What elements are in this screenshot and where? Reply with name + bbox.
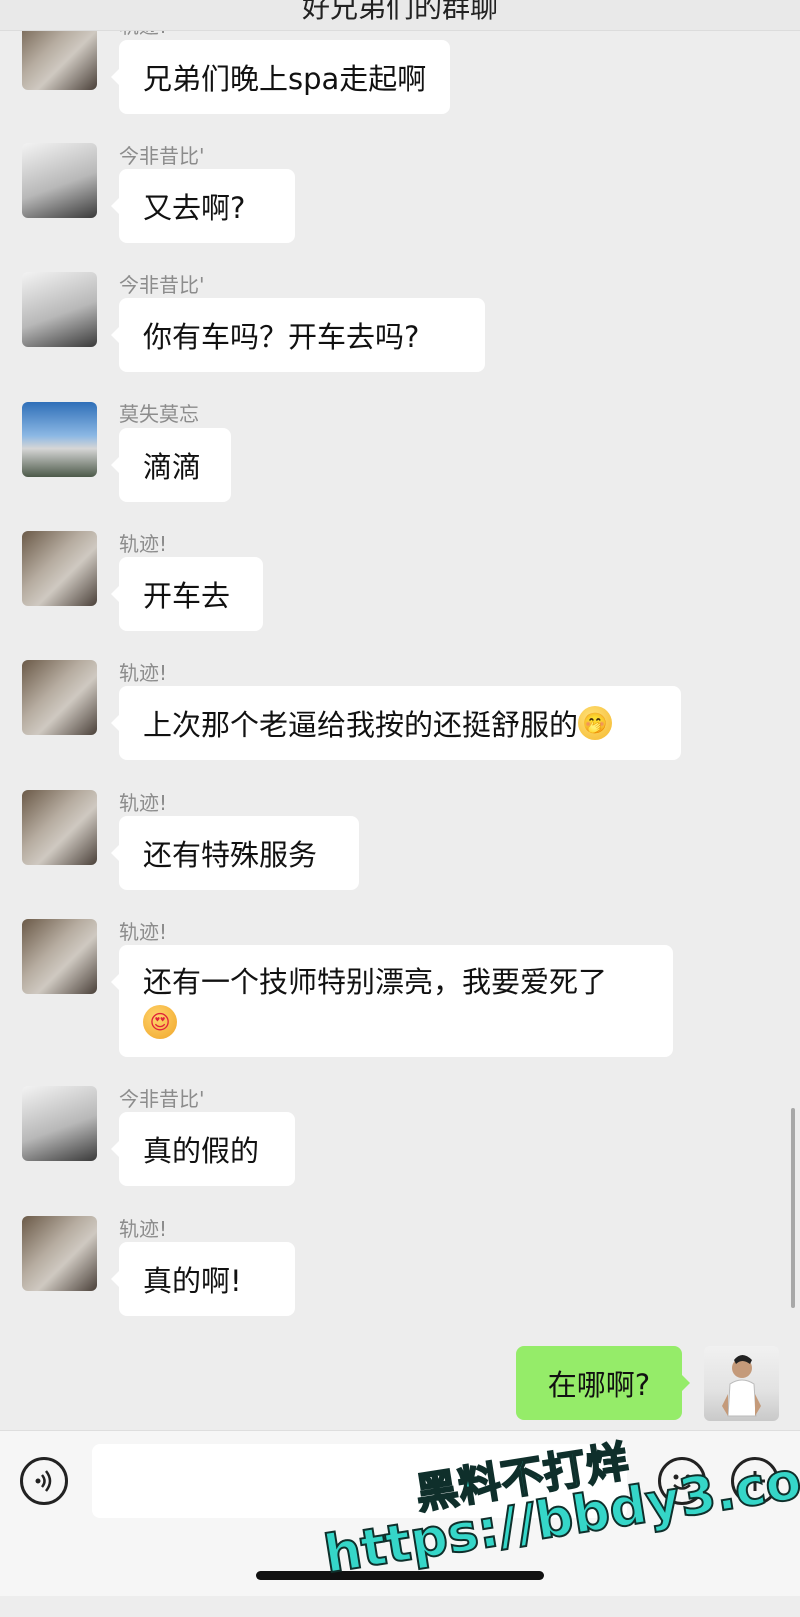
chat-title: 好兄弟们的群聊 — [301, 0, 498, 24]
message-text: 上次那个老逼给我按的还挺舒服的 — [143, 708, 579, 742]
message-text: 又去啊? — [143, 191, 246, 225]
message-text: 在哪啊? — [547, 1368, 651, 1402]
message-text: 真的啊! — [143, 1264, 242, 1298]
message-bubble[interactable]: 真的啊! — [111, 1242, 295, 1316]
avatar[interactable] — [22, 1086, 97, 1161]
message-bubble[interactable]: 你有车吗？开车去吗? — [111, 298, 485, 372]
avatar[interactable] — [22, 1216, 97, 1291]
message-bubble[interactable]: 还有特殊服务 — [111, 816, 359, 890]
message-text: 还有特殊服务 — [143, 838, 318, 872]
avatar[interactable] — [22, 272, 97, 347]
message-bubble[interactable]: 又去啊? — [111, 169, 295, 243]
message-bubble[interactable]: 滴滴 — [111, 428, 231, 502]
message-text: 还有一个技师特别漂亮，我要爱死了 — [143, 965, 608, 999]
sender-name: 莫失莫忘 — [119, 402, 199, 426]
heart-eyes-emoji-icon: 😍 — [143, 1005, 177, 1039]
message-text: 滴滴 — [143, 450, 202, 484]
message-text: 真的假的 — [143, 1134, 260, 1168]
chat-header: 好兄弟们的群聊 — [0, 0, 800, 31]
avatar[interactable] — [22, 143, 97, 218]
sender-name: 轨迹! — [119, 661, 168, 685]
message-bubble[interactable]: 上次那个老逼给我按的还挺舒服的 🤭 — [111, 686, 681, 760]
avatar[interactable] — [22, 402, 97, 477]
message-text: 开车去 — [143, 579, 231, 613]
thinking-face-emoji-icon: 🤭 — [578, 706, 613, 740]
avatar[interactable] — [22, 531, 97, 606]
message-bubble[interactable]: 兄弟们晚上spa走起啊 — [110, 40, 451, 114]
avatar[interactable] — [22, 919, 97, 994]
sender-name: 轨迹! — [119, 1217, 168, 1241]
scrollbar[interactable] — [791, 1108, 795, 1308]
message-text: 兄弟们晚上spa走起啊 — [143, 62, 427, 96]
sender-name: 轨迹! — [119, 532, 168, 556]
message-text: 你有车吗？开车去吗? — [143, 320, 420, 354]
sender-name: 轨迹! — [119, 791, 168, 815]
sender-name: 今非昔比' — [119, 1087, 205, 1111]
message-bubble[interactable]: 真的假的 — [111, 1112, 295, 1186]
sender-name: 今非昔比' — [119, 144, 205, 168]
avatar[interactable] — [22, 660, 97, 735]
sender-name: 今非昔比' — [119, 273, 205, 297]
message-bubble[interactable]: 开车去 — [111, 557, 263, 631]
chat-area[interactable]: 轨迹! 兄弟们晚上spa走起啊 今非昔比' 又去啊? 今非昔比' 你有车吗？开车… — [0, 0, 800, 1430]
my-message-bubble[interactable]: 在哪啊? — [516, 1346, 690, 1420]
sender-name: 轨迹! — [119, 920, 168, 944]
voice-icon[interactable] — [20, 1457, 68, 1505]
message-bubble[interactable]: 还有一个技师特别漂亮，我要爱死了 😍 — [111, 945, 673, 1057]
avatar[interactable] — [22, 790, 97, 865]
